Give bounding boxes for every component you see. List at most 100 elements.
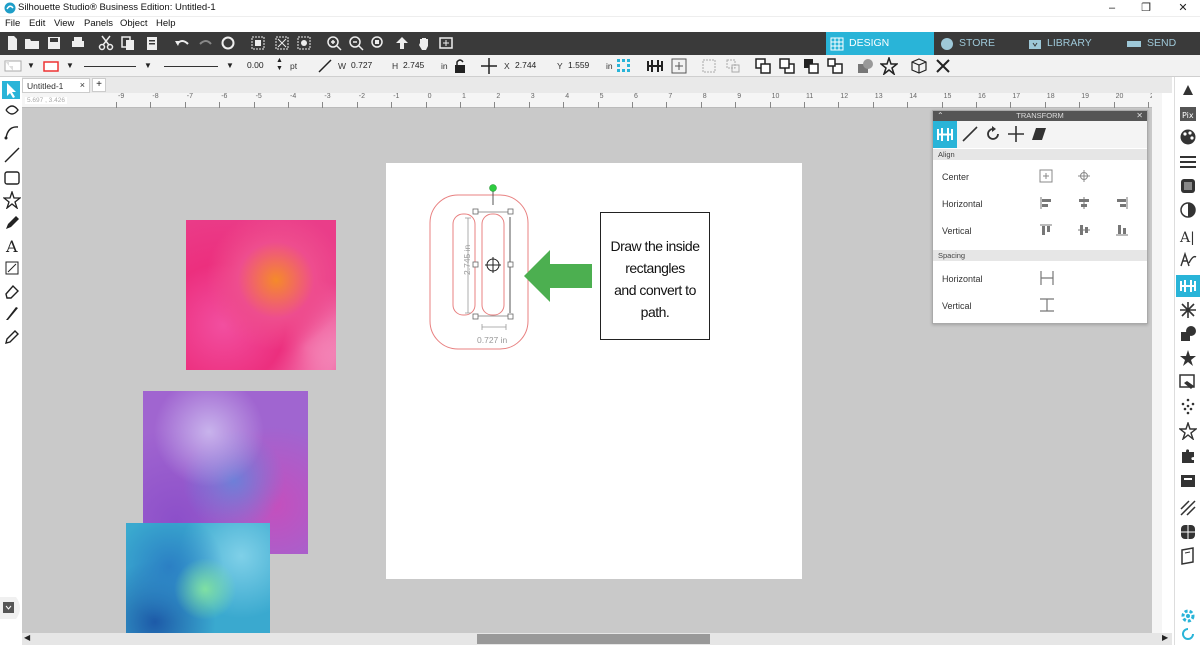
x-field[interactable]: 2.744 bbox=[512, 59, 550, 73]
width-field[interactable]: 0.727 bbox=[348, 59, 386, 73]
document-tab-untitled[interactable]: Untitled-1 × bbox=[22, 78, 90, 93]
menu-edit[interactable]: Edit bbox=[29, 18, 45, 29]
align-top-icon[interactable] bbox=[1039, 223, 1053, 237]
minimize-button[interactable]: – bbox=[1105, 1, 1119, 15]
space-horizontal-icon[interactable] bbox=[1039, 270, 1055, 286]
scale-tab-icon[interactable] bbox=[961, 125, 979, 143]
select-arrow-icon[interactable] bbox=[2, 81, 20, 99]
menu-view[interactable]: View bbox=[54, 18, 74, 29]
star-tool-icon[interactable] bbox=[3, 191, 21, 209]
lock-aspect-icon[interactable] bbox=[451, 57, 469, 75]
text-tool-icon[interactable]: A bbox=[3, 237, 21, 255]
line-tool-icon[interactable] bbox=[3, 146, 21, 164]
panel-collapse-icon[interactable] bbox=[1179, 81, 1197, 99]
center-objects-icon[interactable] bbox=[1077, 169, 1091, 183]
replicate-icon[interactable] bbox=[1179, 301, 1197, 319]
zoom-in-icon[interactable] bbox=[326, 35, 342, 51]
tab-design[interactable]: DESIGN bbox=[826, 32, 934, 55]
outer-rounded-rectangle[interactable] bbox=[429, 194, 529, 350]
fit-page-icon[interactable] bbox=[438, 35, 454, 51]
send-backward-icon[interactable] bbox=[826, 57, 844, 75]
align-bottom-icon[interactable] bbox=[1115, 223, 1129, 237]
opacity-icon[interactable] bbox=[1179, 201, 1197, 219]
tab-send[interactable]: SEND bbox=[1122, 32, 1200, 55]
tab-library[interactable]: LIBRARY bbox=[1024, 32, 1122, 55]
menu-help[interactable]: Help bbox=[156, 18, 176, 29]
star-shape-icon[interactable] bbox=[880, 57, 898, 75]
select-all-icon[interactable] bbox=[296, 35, 312, 51]
line-color-icon[interactable] bbox=[42, 57, 60, 75]
ungroup-select-icon[interactable] bbox=[724, 57, 742, 75]
eraser-panel-icon[interactable] bbox=[3, 259, 21, 277]
align-right-icon[interactable] bbox=[1115, 196, 1129, 210]
knife-tool-icon[interactable] bbox=[3, 304, 21, 322]
bring-forward-icon[interactable] bbox=[802, 57, 820, 75]
ungroup-icon[interactable] bbox=[274, 35, 290, 51]
zoom-selected-icon[interactable] bbox=[370, 35, 386, 51]
pan-down-icon[interactable] bbox=[394, 35, 410, 51]
center-to-page-icon[interactable] bbox=[1039, 169, 1053, 183]
y-field[interactable]: 1.559 bbox=[565, 59, 603, 73]
line-end-dropdown-icon[interactable]: ▼ bbox=[226, 61, 234, 70]
sketch-dots-icon[interactable] bbox=[1179, 397, 1197, 415]
transform-panel-header[interactable]: ⌃ TRANSFORM ✕ bbox=[933, 111, 1147, 121]
fill-dropdown-icon[interactable]: ▼ bbox=[27, 61, 35, 70]
save-icon[interactable] bbox=[46, 35, 62, 51]
hatch-fill-icon[interactable] bbox=[1179, 499, 1197, 517]
blue-watercolor-swatch[interactable] bbox=[126, 523, 270, 633]
menu-panels[interactable]: Panels bbox=[84, 18, 113, 29]
space-vertical-icon[interactable] bbox=[1039, 297, 1055, 313]
fill-color-palette-icon[interactable] bbox=[1179, 128, 1197, 146]
align-left-icon[interactable] bbox=[1039, 196, 1053, 210]
transform-panel-icon[interactable] bbox=[1176, 275, 1200, 297]
horizontal-scrollbar[interactable]: ◀ ▶ bbox=[22, 633, 1172, 645]
line-style-icon[interactable] bbox=[1179, 153, 1197, 171]
line-style-dropdown-icon[interactable]: ▼ bbox=[144, 61, 152, 70]
weld-icon[interactable] bbox=[856, 57, 874, 75]
rectangle-tool-icon[interactable] bbox=[3, 169, 21, 187]
line-width-stepper[interactable]: ▲ ▼ bbox=[276, 57, 283, 73]
rhinestone-star-icon[interactable] bbox=[1179, 422, 1197, 440]
group-icon[interactable] bbox=[250, 35, 266, 51]
open-folder-icon[interactable] bbox=[24, 35, 40, 51]
library-book-icon[interactable] bbox=[1179, 547, 1197, 565]
group-select-icon[interactable] bbox=[700, 57, 718, 75]
line-style-selector[interactable] bbox=[84, 66, 136, 67]
eyedropper-tool-icon[interactable] bbox=[3, 327, 21, 345]
align-tab-icon[interactable] bbox=[933, 121, 957, 148]
scroll-right-icon[interactable]: ▶ bbox=[1162, 633, 1168, 642]
cutting-mat-page[interactable]: 2.745 in 0.727 in bbox=[386, 163, 802, 579]
modify-icon[interactable] bbox=[1179, 325, 1197, 343]
library-download-icon[interactable] bbox=[0, 597, 24, 619]
rotate-tab-icon[interactable] bbox=[984, 125, 1002, 143]
center-to-page-icon[interactable] bbox=[670, 57, 688, 75]
add-tab-button[interactable]: + bbox=[92, 78, 106, 92]
bring-to-front-icon[interactable] bbox=[754, 57, 772, 75]
height-field[interactable]: 2.745 bbox=[400, 59, 438, 73]
settings-gear-icon[interactable] bbox=[1179, 607, 1197, 625]
horizontal-scroll-thumb[interactable] bbox=[477, 634, 710, 644]
close-tab-icon[interactable]: × bbox=[80, 80, 85, 90]
nesting-icon[interactable] bbox=[1179, 523, 1197, 541]
copy-icon[interactable] bbox=[120, 35, 136, 51]
point-edit-icon[interactable] bbox=[3, 101, 21, 119]
line-color-dropdown-icon[interactable]: ▼ bbox=[66, 61, 74, 70]
undo-icon[interactable] bbox=[174, 35, 190, 51]
cut-icon[interactable] bbox=[98, 35, 114, 51]
scroll-left-icon[interactable]: ◀ bbox=[24, 633, 30, 642]
close-window-button[interactable]: ✕ bbox=[1176, 1, 1190, 15]
paste-icon[interactable] bbox=[144, 35, 160, 51]
text-to-path-icon[interactable] bbox=[1179, 251, 1197, 269]
menu-object[interactable]: Object bbox=[120, 18, 147, 29]
new-file-icon[interactable] bbox=[4, 35, 20, 51]
zoom-out-icon[interactable] bbox=[348, 35, 364, 51]
pixscan-icon[interactable]: Pix bbox=[1179, 105, 1197, 123]
align-middle-icon[interactable] bbox=[1077, 223, 1091, 237]
hand-pan-icon[interactable] bbox=[416, 35, 432, 51]
sync-icon[interactable] bbox=[1179, 625, 1197, 643]
line-end-selector[interactable] bbox=[164, 66, 218, 67]
rotation-handle[interactable] bbox=[489, 184, 497, 192]
move-tab-icon[interactable] bbox=[1007, 125, 1025, 143]
pink-watercolor-swatch[interactable] bbox=[186, 220, 336, 370]
3d-box-icon[interactable] bbox=[910, 57, 928, 75]
